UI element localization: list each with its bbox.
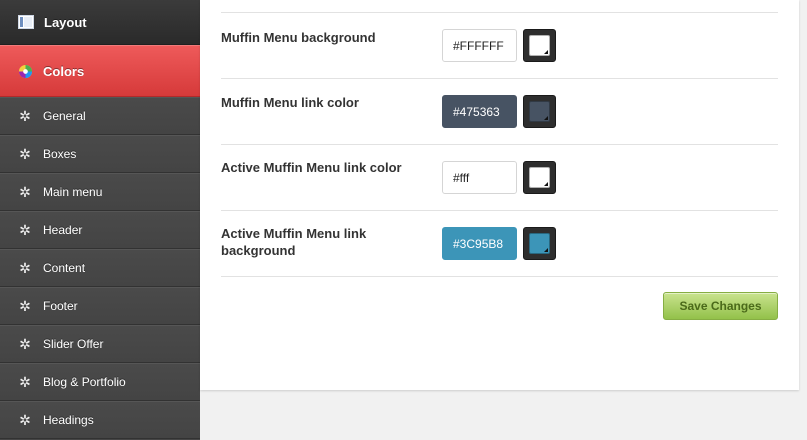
sidebar-item-boxes[interactable]: ✲ Boxes bbox=[0, 135, 200, 173]
setting-label: Muffin Menu link color bbox=[221, 95, 359, 110]
sidebar-item-blog-portfolio[interactable]: ✲ Blog & Portfolio bbox=[0, 363, 200, 401]
color-swatch bbox=[529, 101, 550, 122]
setting-row-menu-background: Muffin Menu background bbox=[221, 13, 778, 79]
setting-label: Active Muffin Menu link background bbox=[221, 226, 367, 258]
setting-row-menu-link-color: Muffin Menu link color bbox=[221, 79, 778, 145]
sidebar-item-footer[interactable]: ✲ Footer bbox=[0, 287, 200, 325]
sidebar-item-headings[interactable]: ✲ Headings bbox=[0, 401, 200, 439]
gear-icon: ✲ bbox=[19, 298, 31, 314]
setting-row-active-link-background: Active Muffin Menu link background bbox=[221, 211, 778, 277]
sidebar-item-colors[interactable]: Colors bbox=[0, 45, 200, 97]
color-picker-button[interactable] bbox=[523, 161, 556, 194]
sidebar-item-main-menu[interactable]: ✲ Main menu bbox=[0, 173, 200, 211]
gear-icon: ✲ bbox=[19, 184, 31, 200]
sidebar-item-header[interactable]: ✲ Header bbox=[0, 211, 200, 249]
sidebar-item-slider-offer[interactable]: ✲ Slider Offer bbox=[0, 325, 200, 363]
setting-label: Muffin Menu background bbox=[221, 30, 376, 45]
sidebar-item-label: Footer bbox=[43, 299, 78, 313]
layout-icon bbox=[18, 15, 34, 29]
sidebar-item-label: Slider Offer bbox=[43, 337, 104, 351]
gear-icon: ✲ bbox=[19, 108, 31, 124]
gear-icon: ✲ bbox=[19, 222, 31, 238]
color-picker-button[interactable] bbox=[523, 29, 556, 62]
sidebar: Layout Colors ✲ General ✲ Boxes ✲ Main m… bbox=[0, 0, 200, 440]
color-input-menu-link-color[interactable] bbox=[442, 95, 517, 128]
color-swatch bbox=[529, 233, 550, 254]
save-changes-button[interactable]: Save Changes bbox=[663, 292, 778, 320]
sidebar-item-label: Main menu bbox=[43, 185, 103, 199]
color-wheel-icon bbox=[18, 64, 33, 79]
sidebar-item-label: Content bbox=[43, 261, 86, 275]
sidebar-item-content[interactable]: ✲ Content bbox=[0, 249, 200, 287]
sidebar-item-layout[interactable]: Layout bbox=[0, 0, 200, 45]
gear-icon: ✲ bbox=[19, 336, 31, 352]
sidebar-item-label: General bbox=[43, 109, 86, 123]
gear-icon: ✲ bbox=[19, 260, 31, 276]
settings-panel: Muffin Menu background Muffin Menu link … bbox=[200, 0, 799, 390]
sidebar-item-general[interactable]: ✲ General bbox=[0, 97, 200, 135]
color-picker-button[interactable] bbox=[523, 95, 556, 128]
sidebar-item-label: Boxes bbox=[43, 147, 77, 161]
color-input-active-link-background[interactable] bbox=[442, 227, 517, 260]
gear-icon: ✲ bbox=[19, 374, 31, 390]
gear-icon: ✲ bbox=[19, 146, 31, 162]
color-swatch bbox=[529, 167, 550, 188]
sidebar-item-label: Colors bbox=[43, 63, 85, 79]
color-input-menu-background[interactable] bbox=[442, 29, 517, 62]
color-picker-button[interactable] bbox=[523, 227, 556, 260]
setting-row-active-link-color: Active Muffin Menu link color bbox=[221, 145, 778, 211]
sidebar-item-label: Headings bbox=[43, 413, 94, 427]
color-input-active-link-color[interactable] bbox=[442, 161, 517, 194]
gear-icon: ✲ bbox=[19, 412, 31, 428]
setting-label: Active Muffin Menu link color bbox=[221, 160, 402, 175]
color-swatch bbox=[529, 35, 550, 56]
sidebar-item-label: Layout bbox=[44, 14, 87, 30]
sidebar-item-label: Header bbox=[43, 223, 83, 237]
sidebar-item-label: Blog & Portfolio bbox=[43, 375, 126, 389]
